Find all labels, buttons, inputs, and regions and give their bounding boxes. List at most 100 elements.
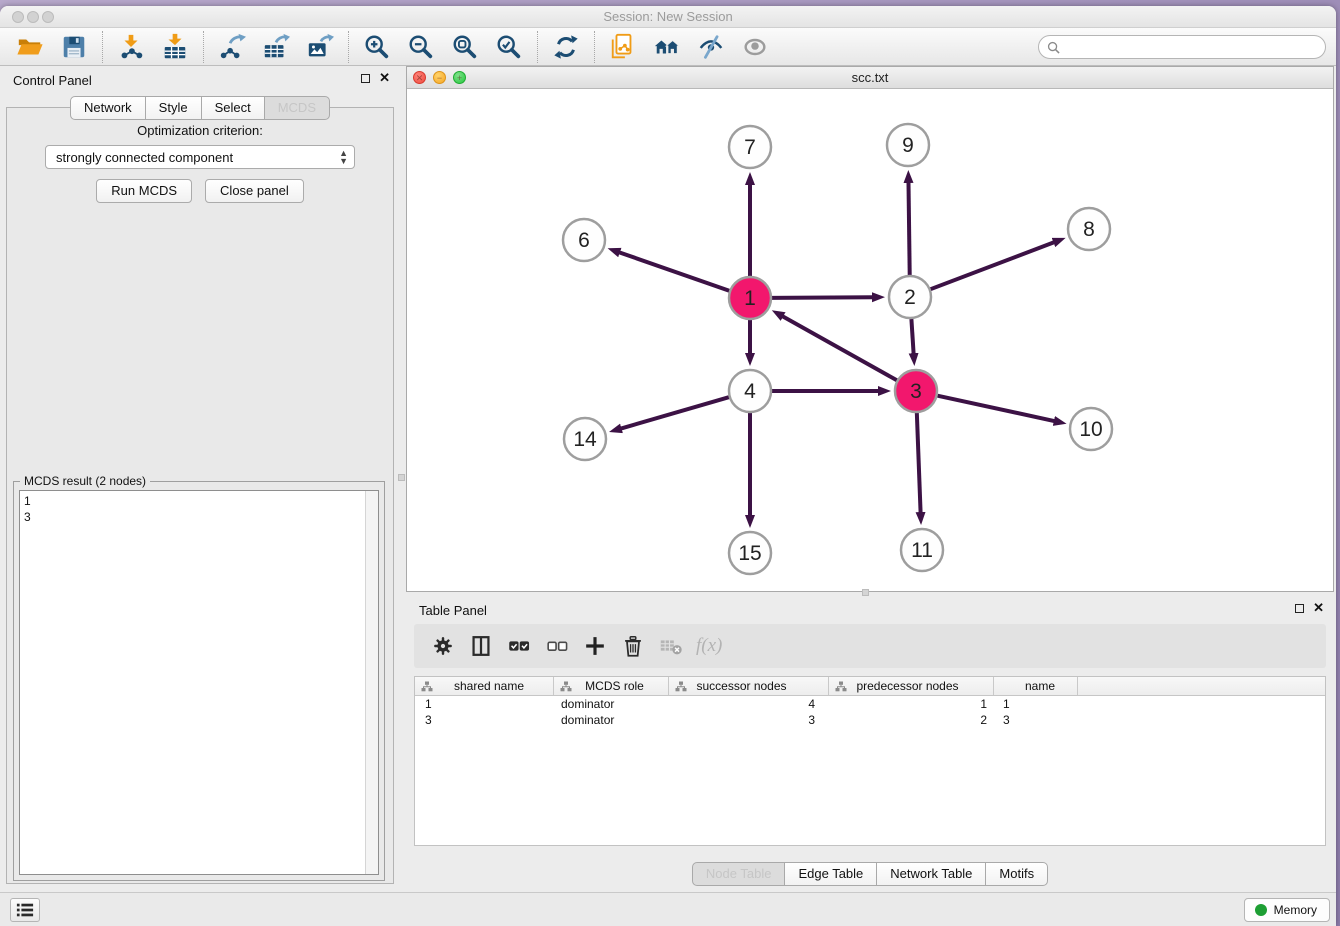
splitter-handle[interactable] — [862, 589, 869, 596]
zoom-selected-icon[interactable] — [494, 32, 524, 62]
float-table-panel-icon[interactable] — [1295, 604, 1304, 613]
search-input[interactable] — [1060, 38, 1325, 56]
cell-name[interactable]: 3 — [994, 712, 1078, 728]
show-column-panel-icon[interactable] — [466, 632, 496, 660]
zoom-out-icon[interactable] — [406, 32, 436, 62]
cell-mcds-role[interactable]: dominator — [554, 712, 669, 728]
toolbar-separator — [102, 31, 103, 63]
node-9[interactable]: 9 — [887, 124, 929, 166]
function-builder-icon[interactable]: f(x) — [696, 635, 722, 657]
edge-2-8[interactable] — [931, 242, 1055, 289]
open-session-icon[interactable] — [15, 32, 45, 62]
cell-mcds-role[interactable]: dominator — [554, 696, 669, 712]
cell-name[interactable]: 1 — [994, 696, 1078, 712]
import-table-icon[interactable] — [160, 32, 190, 62]
select-all-columns-icon[interactable] — [504, 632, 534, 660]
cell-shared-name[interactable]: 1 — [415, 696, 554, 712]
column-type-icon — [835, 681, 847, 692]
table-header-row: shared nameMCDS role successor nodes prede… — [415, 677, 1325, 696]
hide-selected-icon[interactable] — [696, 32, 726, 62]
column-header-predecessor-nodes[interactable]: predecessor nodes — [829, 677, 994, 695]
tab-select[interactable]: Select — [201, 96, 265, 120]
edge-2-3[interactable] — [911, 319, 913, 354]
toolbar-separator — [203, 31, 204, 63]
edge-3-1[interactable] — [782, 316, 897, 380]
edge-2-9[interactable] — [908, 182, 909, 275]
edge-3-11[interactable] — [917, 413, 921, 513]
clone-network-icon[interactable] — [608, 32, 638, 62]
delete-column-icon[interactable] — [618, 632, 648, 660]
node-14[interactable]: 14 — [564, 418, 606, 460]
column-type-icon — [421, 681, 433, 692]
mcds-result-box: MCDS result (2 nodes) 1 3 — [13, 481, 385, 881]
mcds-result-text: 1 3 — [24, 493, 362, 874]
node-7[interactable]: 7 — [729, 126, 771, 168]
table-row[interactable]: 1dominator411 — [415, 696, 1325, 712]
node-2[interactable]: 2 — [889, 276, 931, 318]
tab-motifs[interactable]: Motifs — [985, 862, 1048, 886]
mcds-result-area[interactable]: 1 3 — [19, 490, 379, 875]
column-header-mcds-role[interactable]: MCDS role — [554, 677, 669, 695]
close-panel-icon[interactable]: ✕ — [379, 73, 390, 83]
node-10[interactable]: 10 — [1070, 408, 1112, 450]
edge-3-10[interactable] — [937, 396, 1054, 421]
column-header-name[interactable]: name — [994, 677, 1078, 695]
edge-1-2[interactable] — [772, 297, 873, 298]
close-panel-button[interactable]: Close panel — [205, 179, 304, 203]
cell-successor-nodes[interactable]: 4 — [669, 696, 829, 712]
node-4[interactable]: 4 — [729, 370, 771, 412]
search-icon — [1047, 41, 1060, 54]
refresh-icon[interactable] — [551, 32, 581, 62]
node-8[interactable]: 8 — [1068, 208, 1110, 250]
node-1[interactable]: 1 — [729, 277, 771, 319]
edge-1-6[interactable] — [619, 252, 729, 291]
add-column-icon[interactable] — [580, 632, 610, 660]
tab-network-table[interactable]: Network Table — [876, 862, 986, 886]
column-label: successor nodes — [696, 679, 786, 693]
node-15[interactable]: 15 — [729, 532, 771, 574]
cell-predecessor-nodes[interactable]: 1 — [829, 696, 994, 712]
tab-mcds[interactable]: MCDS — [264, 96, 330, 120]
svg-text:4: 4 — [744, 380, 756, 403]
search-field[interactable] — [1038, 35, 1326, 59]
node-3[interactable]: 3 — [895, 370, 937, 412]
column-header-successor-nodes[interactable]: successor nodes — [669, 677, 829, 695]
result-scrollbar[interactable] — [365, 491, 378, 874]
network-canvas-svg[interactable]: 7 9 6 8 1 2 4 3 14 10 15 11 — [407, 89, 1333, 591]
cell-successor-nodes[interactable]: 3 — [669, 712, 829, 728]
cell-shared-name[interactable]: 3 — [415, 712, 554, 728]
tab-style[interactable]: Style — [145, 96, 202, 120]
splitter-handle[interactable] — [398, 474, 405, 481]
export-network-icon[interactable] — [217, 32, 247, 62]
float-panel-icon[interactable] — [361, 74, 370, 83]
column-label: predecessor nodes — [856, 679, 958, 693]
table-row[interactable]: 3dominator323 — [415, 712, 1325, 728]
export-table-icon[interactable] — [261, 32, 291, 62]
node-6[interactable]: 6 — [563, 219, 605, 261]
close-table-panel-icon[interactable]: ✕ — [1313, 603, 1324, 613]
export-image-icon[interactable] — [305, 32, 335, 62]
run-mcds-button[interactable]: Run MCDS — [96, 179, 192, 203]
save-session-icon[interactable] — [59, 32, 89, 62]
first-neighbors-icon[interactable] — [652, 32, 682, 62]
cell-predecessor-nodes[interactable]: 2 — [829, 712, 994, 728]
table-panel-header: Table Panel ✕ — [406, 596, 1334, 624]
criterion-select[interactable]: strongly connected component ▲▼ — [45, 145, 355, 169]
node-11[interactable]: 11 — [901, 529, 943, 571]
zoom-fit-icon[interactable] — [450, 32, 480, 62]
tab-node-table[interactable]: Node Table — [692, 862, 786, 886]
delete-table-icon[interactable] — [656, 632, 686, 660]
tab-network[interactable]: Network — [70, 96, 146, 120]
memory-button[interactable]: Memory — [1244, 898, 1330, 922]
import-network-icon[interactable] — [116, 32, 146, 62]
edge-4-14[interactable] — [621, 397, 729, 429]
unselect-all-columns-icon[interactable] — [542, 632, 572, 660]
column-header-shared-name[interactable]: shared name — [415, 677, 554, 695]
show-all-icon[interactable] — [740, 32, 770, 62]
gear-icon[interactable] — [428, 632, 458, 660]
task-history-button[interactable] — [10, 898, 40, 922]
zoom-in-icon[interactable] — [362, 32, 392, 62]
svg-text:9: 9 — [902, 134, 914, 157]
criterion-value: strongly connected component — [56, 150, 233, 165]
tab-edge-table[interactable]: Edge Table — [784, 862, 877, 886]
